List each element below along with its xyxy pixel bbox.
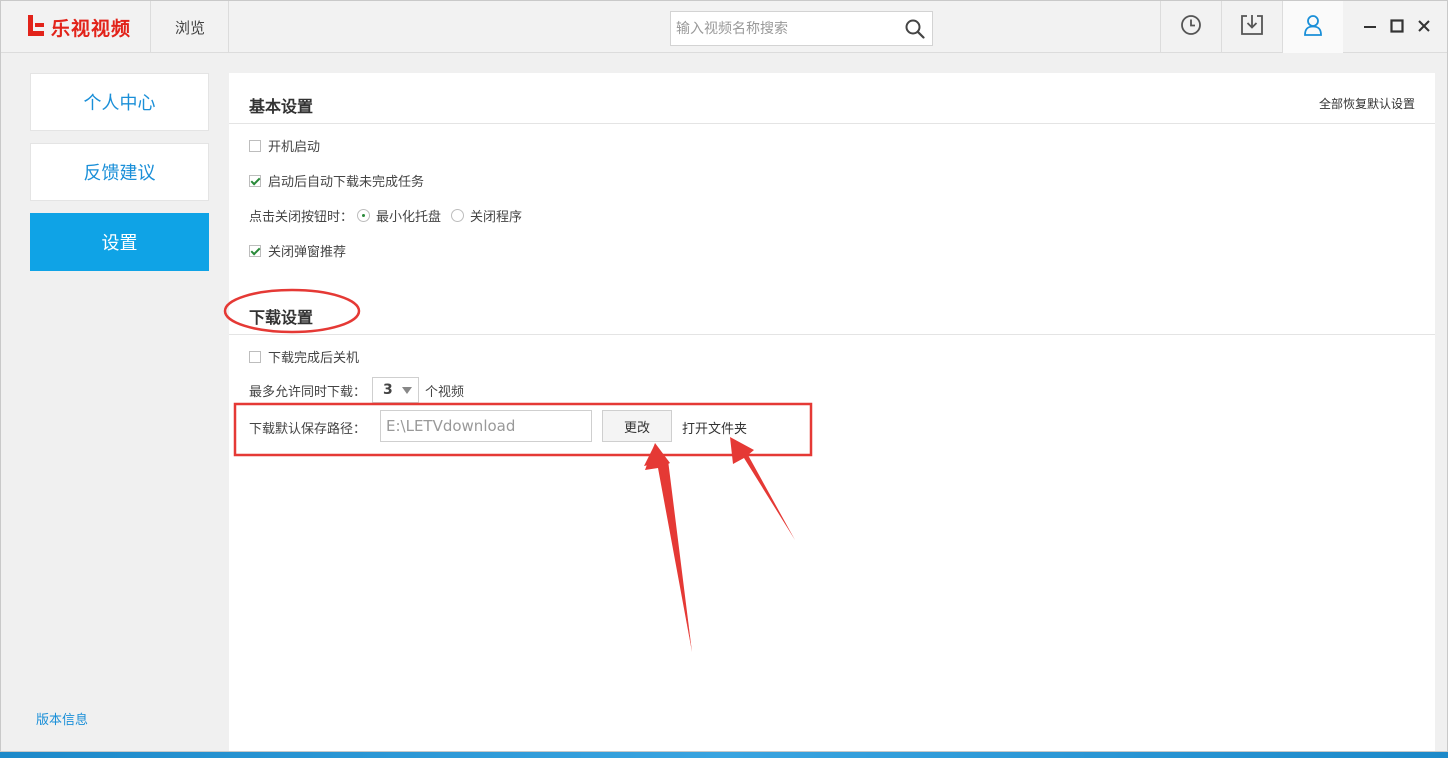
version-info-link[interactable]: 版本信息	[36, 709, 88, 728]
max-parallel-unit: 个视频	[425, 384, 465, 400]
save-path-label: 下载默认保存路径：	[249, 422, 367, 437]
letv-logo-icon	[26, 15, 46, 39]
auto-resume-option[interactable]: 启动后自动下载未完成任务	[249, 171, 424, 190]
max-parallel-option: 最多允许同时下载： 3 个视频	[249, 377, 464, 403]
dropdown-arrow-icon	[401, 386, 412, 394]
minimize-to-tray-label[interactable]: 最小化托盘	[376, 206, 441, 225]
auto-resume-label: 启动后自动下载未完成任务	[268, 175, 425, 190]
reset-all-defaults-link[interactable]: 全部恢复默认设置	[1319, 95, 1415, 112]
close-popup-option[interactable]: 关闭弹窗推荐	[249, 241, 346, 260]
settings-panel: 基本设置 全部恢复默认设置 开机启动 启动后自动下载未完成任务 点击关闭按钮时：…	[229, 73, 1435, 751]
max-parallel-select[interactable]: 3	[372, 377, 420, 403]
autostart-checkbox[interactable]	[249, 139, 261, 152]
autostart-label: 开机启动	[268, 140, 321, 155]
close-action-label: 点击关闭按钮时：	[249, 210, 354, 225]
shutdown-after-download-checkbox[interactable]	[249, 350, 261, 363]
change-path-button[interactable]: 更改	[602, 410, 672, 442]
tab-browse[interactable]: 浏览	[152, 1, 229, 53]
save-path-input[interactable]: E:\LETVdownload	[380, 410, 592, 442]
app-window: 乐视视频 浏览 输入视频名称搜索 个人中心 反馈建议 设置 版本信息 基本设置 …	[0, 0, 1448, 752]
max-parallel-label: 最多允许同时下载：	[249, 384, 367, 400]
download-settings-title: 下载设置	[249, 308, 314, 327]
exit-program-label[interactable]: 关闭程序	[470, 206, 522, 225]
close-popup-label: 关闭弹窗推荐	[268, 245, 347, 260]
exit-program-radio[interactable]	[451, 209, 465, 222]
maximize-button[interactable]	[1387, 17, 1407, 37]
history-icon	[1180, 14, 1202, 40]
max-parallel-value: 3	[383, 382, 393, 398]
download-manager-button[interactable]	[1221, 1, 1282, 53]
sidebar-item-settings[interactable]: 设置	[30, 213, 209, 271]
shutdown-after-download-label: 下载完成后关机	[268, 351, 360, 366]
download-icon	[1240, 14, 1264, 40]
sidebar-item-personal-center[interactable]: 个人中心	[30, 73, 209, 131]
maximize-icon	[1390, 18, 1404, 37]
autostart-option[interactable]: 开机启动	[249, 136, 320, 155]
minimize-icon	[1363, 18, 1377, 37]
minimize-to-tray-radio[interactable]	[357, 209, 371, 222]
search-icon[interactable]	[898, 12, 932, 45]
close-popup-checkbox[interactable]	[249, 244, 261, 257]
user-icon	[1303, 14, 1323, 40]
minimize-button[interactable]	[1360, 17, 1380, 37]
shutdown-after-download-option[interactable]: 下载完成后关机	[249, 347, 359, 366]
auto-resume-checkbox[interactable]	[249, 174, 261, 187]
search-box	[670, 11, 933, 46]
history-button[interactable]	[1160, 1, 1221, 53]
app-logo[interactable]: 乐视视频	[1, 1, 151, 53]
open-folder-link[interactable]: 打开文件夹	[682, 418, 747, 437]
basic-settings-title: 基本设置	[249, 97, 314, 116]
logo-text: 乐视视频	[51, 17, 132, 40]
divider	[229, 123, 1435, 124]
sidebar: 个人中心 反馈建议 设置 版本信息	[1, 54, 229, 751]
close-action-option: 点击关闭按钮时： 最小化托盘 关闭程序	[249, 206, 522, 225]
desktop-taskbar-edge	[0, 752, 1448, 758]
sidebar-item-feedback[interactable]: 反馈建议	[30, 143, 209, 201]
close-button[interactable]	[1414, 17, 1434, 37]
divider	[229, 334, 1435, 335]
search-input[interactable]	[671, 12, 898, 45]
close-icon	[1417, 18, 1431, 37]
title-bar: 乐视视频 浏览	[1, 1, 1447, 53]
user-center-button[interactable]	[1282, 1, 1343, 53]
